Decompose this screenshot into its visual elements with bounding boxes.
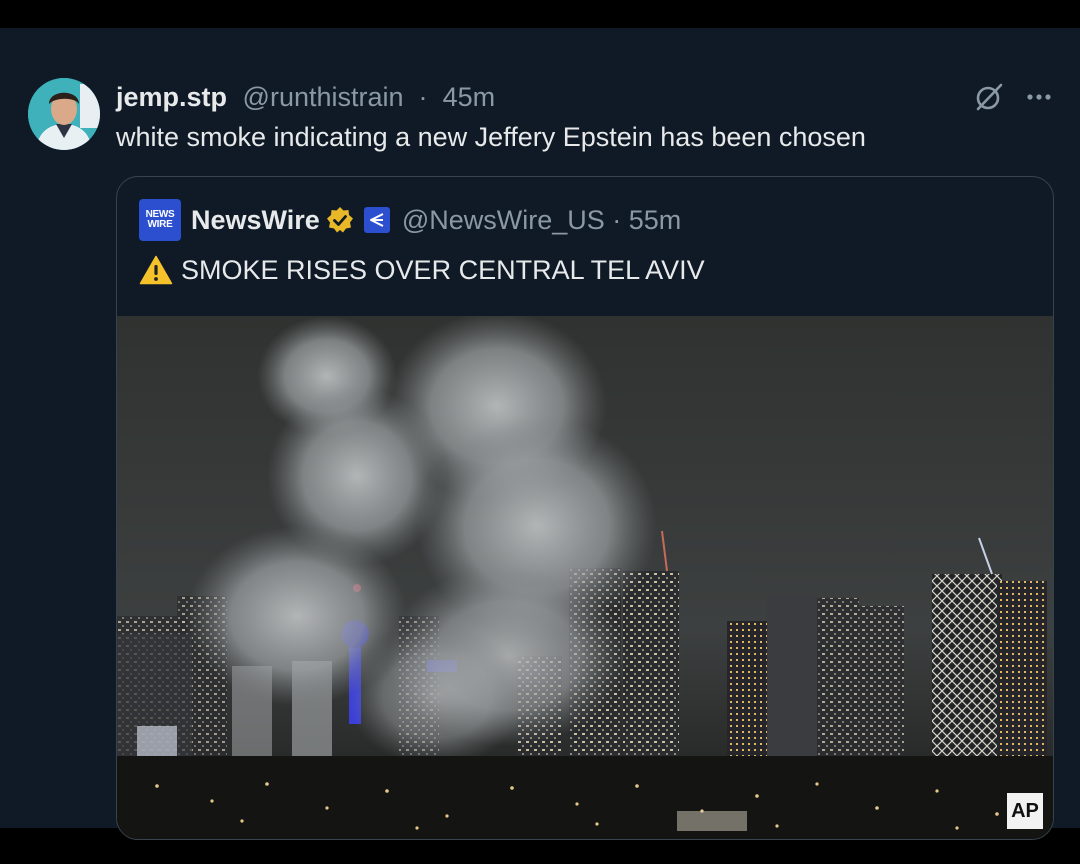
more-icon[interactable] — [1026, 93, 1052, 101]
gold-check-badge-icon — [326, 206, 354, 234]
logo-line-2: WIRE — [147, 219, 173, 230]
separator-dot: · — [411, 82, 436, 112]
newswire-affiliate-icon[interactable] — [363, 207, 390, 233]
tweet[interactable]: jemp.stp @runthistrain · 45m white smoke… — [0, 28, 1080, 840]
avatar[interactable] — [28, 78, 100, 150]
quoted-separator-dot: · — [604, 204, 629, 235]
quoted-timestamp[interactable]: 55m — [629, 205, 682, 236]
quoted-post[interactable]: NEWS WIRE NewsWire @NewsWire_US · 55m SM… — [116, 176, 1054, 840]
post-actions-top — [974, 80, 1052, 114]
grok-icon[interactable] — [974, 82, 1004, 112]
timestamp[interactable]: 45m — [443, 82, 496, 112]
smoke-over-city-image — [117, 316, 1053, 839]
ap-watermark: AP — [1007, 793, 1043, 829]
post-text: white smoke indicating a new Jeffery Eps… — [116, 122, 866, 152]
display-name[interactable]: jemp.stp — [116, 82, 227, 112]
quoted-post-header: NEWS WIRE NewsWire @NewsWire_US · 55m — [139, 199, 681, 241]
quoted-display-name[interactable]: NewsWire — [191, 205, 320, 236]
newswire-logo[interactable]: NEWS WIRE — [139, 199, 181, 241]
news-photo[interactable]: AP — [117, 316, 1053, 839]
quoted-handle[interactable]: @NewsWire_US — [402, 205, 605, 236]
quoted-post-text-row: SMOKE RISES OVER CENTRAL TEL AVIV — [139, 251, 705, 289]
quoted-post-text: SMOKE RISES OVER CENTRAL TEL AVIV — [181, 254, 705, 285]
warning-icon — [139, 255, 173, 285]
handle[interactable]: @runthistrain — [243, 82, 404, 112]
post-header: jemp.stp @runthistrain · 45m — [116, 80, 495, 114]
avatar-image — [28, 78, 100, 150]
